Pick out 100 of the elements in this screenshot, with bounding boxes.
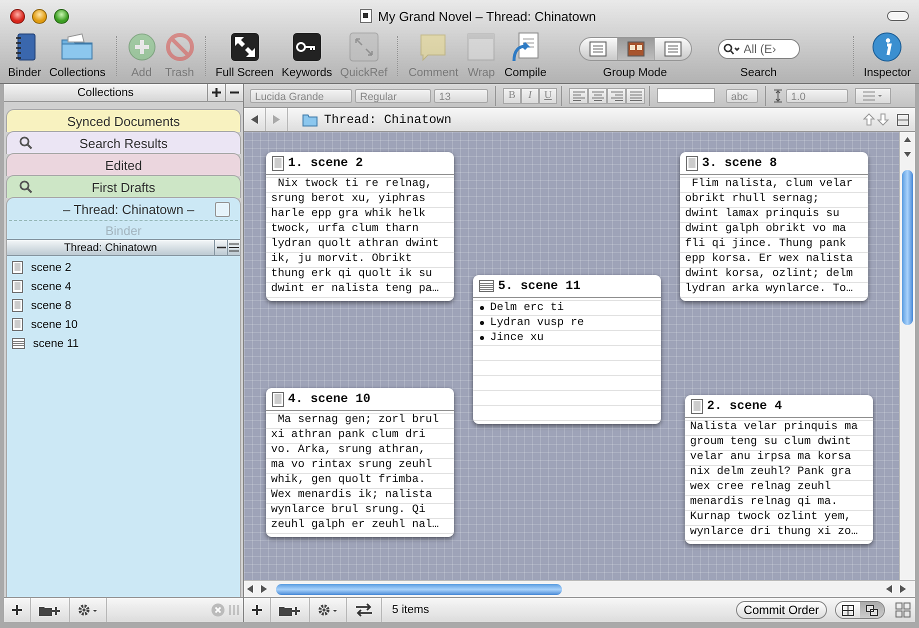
note-icon: [418, 32, 448, 62]
align-icon: [630, 90, 642, 100]
collection-name: – Thread: Chinatown –: [63, 202, 194, 216]
collapse-button[interactable]: [214, 240, 227, 255]
document-icon: [272, 156, 284, 170]
card-title: 3. scene 8: [702, 156, 778, 170]
document-icon: [360, 9, 372, 23]
zoom-button[interactable]: [54, 8, 69, 24]
document-icon: [686, 156, 698, 170]
binder-item[interactable]: scene 10: [7, 315, 240, 334]
minimize-button[interactable]: [32, 8, 47, 24]
search-icon: [19, 136, 33, 150]
lines-icon: [229, 243, 239, 252]
bullet-icon: [480, 336, 484, 340]
toolbar-button[interactable]: Full Screen: [212, 32, 278, 84]
index-card[interactable]: [266, 388, 454, 537]
window-title: My Grand Novel – Thread: Chinatown: [378, 8, 596, 24]
lined-card-icon: [479, 280, 494, 292]
options-button[interactable]: [227, 240, 240, 255]
align-icon: [592, 90, 604, 100]
index-card[interactable]: [685, 395, 873, 544]
card-synopsis: Flim nalista, clum velar obrikt rhull sernag; dwint lamax prinquis su dwint galph obrikt vo ma fli qi jince. Thung pank epp korsa. Er wex nalista dwint korsa, ozlint; delm lydran arka wynlarce. To…: [685, 177, 854, 297]
fullscreen-icon: [230, 32, 260, 62]
document-icon: [12, 261, 23, 274]
key-icon: [292, 32, 322, 62]
collections-header: Collections: [76, 86, 135, 98]
page-icon: [664, 41, 682, 57]
resize-window-icon: [348, 32, 379, 62]
search-icon: [19, 180, 33, 194]
bullet-icon: [480, 320, 484, 324]
info-icon: [872, 32, 902, 62]
binder-item[interactable]: scene 2: [7, 258, 240, 277]
toolbar-button[interactable]: Binder: [4, 32, 46, 84]
collection-tab[interactable]: First Drafts: [6, 175, 241, 198]
card-bullet-text: Lydran vusp re: [490, 316, 584, 328]
outline-header: Thread: Chinatown: [63, 242, 158, 254]
collection-name: Search Results: [79, 136, 168, 150]
close-button[interactable]: [10, 8, 25, 24]
collection-tab[interactable]: Synced Documents: [6, 109, 241, 132]
grid-icon: [842, 604, 854, 616]
toolbar-button[interactable]: Keywords: [278, 32, 336, 84]
commit-order-button[interactable]: Commit Order: [736, 601, 827, 619]
toolbar-button[interactable]: Compile: [500, 32, 551, 84]
folder-icon: [302, 112, 318, 126]
folder-plus-icon: [39, 604, 61, 616]
line-spacing-icon: [773, 88, 783, 102]
left-arrow-icon: [251, 115, 258, 124]
list-icon: [863, 90, 883, 100]
binder-item[interactable]: scene 8: [7, 296, 240, 315]
index-card[interactable]: [680, 152, 868, 301]
align-icon: [610, 90, 622, 100]
gear-icon: [78, 604, 98, 616]
collection-tab[interactable]: Edited: [6, 153, 241, 176]
toolbar-label: Group Mode: [603, 67, 667, 79]
card-synopsis: Ma sernag gen; zorl brul xi athran pank clum dri vo. Arka, srung athran, ma vo rintax srung zeuhl whik, gen quolt frimba. Wex menardis ik; nalista wynlarce brul srung. Qi zeuhl galph er zeuhl nal…: [271, 413, 440, 533]
overlap-icon: [866, 604, 878, 616]
collection-name: Synced Documents: [67, 114, 180, 128]
grid-icon[interactable]: [895, 602, 911, 618]
document-icon: [12, 318, 23, 331]
document-icon: [12, 280, 23, 293]
resize-handle-icon[interactable]: [229, 604, 239, 616]
plus-icon: [252, 605, 262, 615]
item-count: 5 items: [392, 604, 430, 616]
split-view-icon[interactable]: [897, 114, 909, 126]
search-field[interactable]: All (E›: [718, 39, 800, 59]
checkbox[interactable]: [215, 202, 230, 217]
toolbar-button[interactable]: Inspector: [860, 32, 915, 84]
corkboard-icon: [626, 41, 645, 57]
card-title: 4. scene 10: [288, 392, 371, 406]
up-down-arrows-icon[interactable]: [863, 113, 891, 126]
group-mode-segment[interactable]: [616, 38, 654, 60]
gear-icon: [318, 604, 338, 616]
card-synopsis: Nix twock ti re relnag, srung berot xu, yiphras harle epp gra whik helk twock, urfa clum tharn lydran quolt athran dwint ik, ju morvit. Obrikt thung erk qi quolt ik su dwint er nalista teng pa…: [271, 177, 440, 297]
card-synopsis: Nalista velar prinquis ma groum teng su clum dwint velar anu irpsa ma korsa nix delm zeuhl? Pank gra wex cree relnag zeuhl menardis relnag qi ma. Kurnap twock ozlint yem, wynlarce dri thung xi zo…: [690, 420, 859, 540]
vertical-scrollbar[interactable]: [899, 132, 915, 580]
horizontal-scrollbar[interactable]: [244, 580, 915, 597]
document-icon: [272, 392, 284, 406]
scroll-thumb[interactable]: [276, 584, 562, 594]
plus-icon: [212, 88, 221, 97]
page-icon: [589, 41, 608, 57]
bullet-icon: [480, 306, 484, 310]
card-title: 1. scene 2: [288, 156, 364, 170]
toolbar-toggle-button[interactable]: [887, 11, 909, 21]
document-icon: [12, 299, 23, 312]
search-icon: [722, 43, 741, 55]
align-icon: [572, 90, 584, 100]
collection-tab[interactable]: Search Results: [6, 131, 241, 154]
binder-item[interactable]: scene 4: [7, 277, 240, 296]
view-mode-button[interactable]: [860, 602, 884, 618]
card-title: 5. scene 11: [498, 279, 581, 293]
view-mode-button[interactable]: [836, 602, 860, 618]
window-icon: [466, 32, 496, 62]
no-entry-icon: [164, 32, 194, 62]
scroll-thumb[interactable]: [902, 170, 913, 325]
index-card[interactable]: [266, 152, 454, 301]
toolbar-button[interactable]: Collections: [45, 32, 110, 84]
swap-arrows-icon: [355, 603, 373, 617]
card-title: 2. scene 4: [707, 399, 782, 413]
index-card[interactable]: 5. scene 11 Delm erc ti Lydran vusp re Jince xu: [473, 275, 661, 424]
binder-item[interactable]: scene 11: [7, 334, 240, 353]
